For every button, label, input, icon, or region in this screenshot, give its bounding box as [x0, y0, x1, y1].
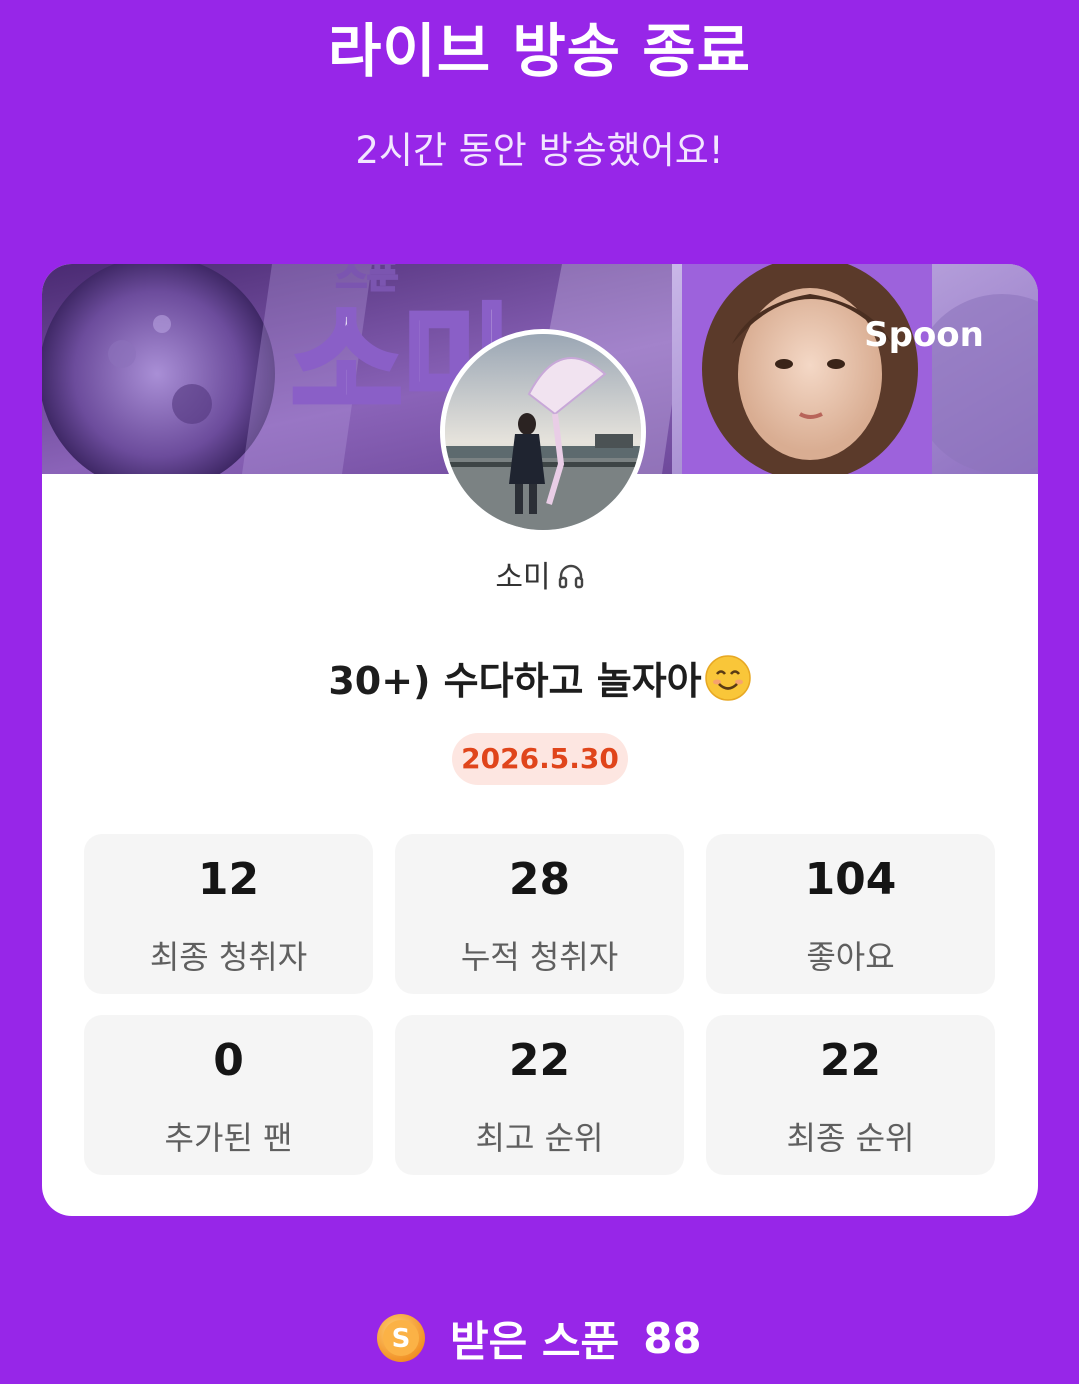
profile-avatar[interactable] [440, 329, 646, 535]
stat-value: 104 [804, 854, 897, 905]
headset-icon [557, 562, 585, 598]
broadcast-duration: 2시간 동안 방송했어요! [355, 129, 724, 172]
live-title: 30+) 수다하고 놀자아 [42, 650, 1038, 711]
received-spoons-count: 88 [643, 1313, 702, 1363]
stat-value: 22 [508, 1035, 571, 1086]
stat-label: 누적 청취자 [460, 938, 619, 976]
received-spoons-label: 받은 스푼 [450, 1316, 620, 1366]
received-spoons: S 받은 스푼 88 [376, 1308, 702, 1368]
stat-value: 22 [819, 1035, 882, 1086]
stat-final-rank: 22 최종 순위 [706, 1015, 995, 1175]
spoon-brand-logo: Spoon [864, 315, 984, 355]
stat-highest-rank: 22 최고 순위 [395, 1015, 684, 1175]
stat-likes: 104 좋아요 [706, 834, 995, 994]
username-text: 소미 [495, 560, 551, 595]
stat-label: 추가된 팬 [164, 1119, 293, 1157]
stat-label: 좋아요 [806, 938, 895, 976]
page-title: 라이브 방송 종료 [328, 17, 751, 85]
stat-label: 최종 청취자 [149, 938, 308, 976]
stat-value: 28 [508, 854, 571, 905]
stat-label: 최종 순위 [786, 1119, 915, 1157]
smiling-face-icon [704, 654, 752, 711]
stat-total-listeners: 28 누적 청취자 [395, 834, 684, 994]
coin-letter: S [392, 1324, 411, 1354]
broadcast-summary-card: 스푼 소미 Spoon 소미 30+) 수다하고 놀자아 2026.5.30 1… [42, 264, 1038, 1216]
banner-text-small: 스푼 [336, 264, 399, 297]
stat-final-listeners: 12 최종 청취자 [84, 834, 373, 994]
live-title-text: 30+) 수다하고 놀자아 [328, 659, 702, 703]
stat-label: 최고 순위 [475, 1119, 604, 1157]
stat-value: 0 [213, 1035, 244, 1086]
stat-new-fans: 0 추가된 팬 [84, 1015, 373, 1175]
username: 소미 [42, 552, 1038, 598]
spoon-coin-icon: S [376, 1313, 426, 1363]
broadcast-date-badge: 2026.5.30 [452, 733, 628, 785]
stat-value: 12 [197, 854, 260, 905]
